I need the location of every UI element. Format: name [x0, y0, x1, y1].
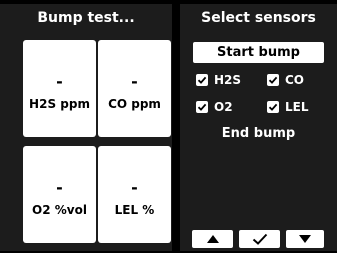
o2-value: - [56, 178, 63, 197]
bump-test-panel: Bump test... - H2S ppm - CO ppm - O2 %vo… [0, 4, 172, 251]
lel-reading-tile: - LEL % [98, 146, 171, 243]
end-bump-option[interactable]: End bump [180, 126, 337, 141]
up-arrow-icon [206, 235, 219, 243]
co-unit-label: CO ppm [108, 97, 161, 111]
lel-checkbox[interactable]: LEL [267, 100, 309, 114]
down-arrow-icon [299, 235, 311, 243]
bump-test-title: Bump test... [37, 10, 135, 26]
nav-up-button[interactable] [192, 230, 233, 248]
checkbox-checked-icon [196, 73, 208, 86]
co-reading-tile: - CO ppm [98, 40, 171, 137]
o2-checkbox[interactable]: O2 [196, 100, 233, 114]
lel-checkbox-label: LEL [285, 100, 309, 114]
h2s-value: - [56, 72, 63, 91]
h2s-checkbox[interactable]: H2S [196, 73, 241, 87]
o2-reading-tile: - O2 %vol [23, 146, 96, 243]
h2s-unit-label: H2S ppm [29, 97, 90, 111]
select-sensors-panel: Select sensors Start bump H2S CO O2 LEL … [180, 4, 337, 251]
h2s-reading-tile: - H2S ppm [23, 40, 96, 137]
o2-unit-label: O2 %vol [32, 203, 87, 217]
start-bump-button[interactable]: Start bump [193, 42, 324, 63]
o2-checkbox-label: O2 [214, 100, 233, 114]
gas-detector-screen: Bump test... - H2S ppm - CO ppm - O2 %vo… [0, 0, 337, 253]
checkbox-checked-icon [196, 100, 208, 113]
nav-down-button[interactable] [286, 230, 324, 248]
co-checkbox-label: CO [285, 73, 305, 87]
h2s-checkbox-label: H2S [214, 73, 242, 87]
lel-value: - [131, 178, 138, 197]
nav-confirm-button[interactable] [239, 230, 280, 248]
co-checkbox[interactable]: CO [267, 73, 304, 87]
lel-unit-label: LEL % [114, 203, 155, 217]
checkbox-checked-icon [267, 100, 279, 113]
checkbox-checked-icon [267, 73, 279, 86]
co-value: - [131, 72, 138, 91]
select-sensors-title: Select sensors [201, 10, 316, 26]
checkmark-icon [252, 233, 267, 245]
